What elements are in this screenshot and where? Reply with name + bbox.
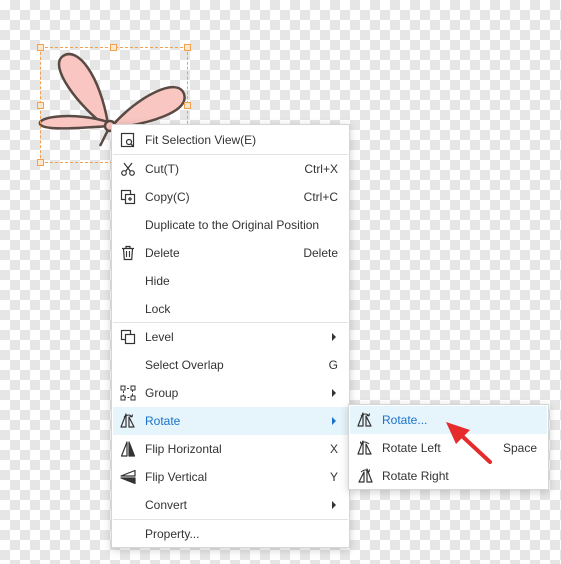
resize-handle-tm[interactable] [110,44,117,51]
menu-item-label: Property... [145,527,200,541]
group-icon [120,385,136,401]
rotate-icon [357,412,373,428]
menu-item-shortcut: Delete [303,246,338,260]
menu-item-label: Select Overlap [145,358,224,372]
flip-vertical-icon [120,469,136,485]
menu-item-label: Delete [145,246,180,260]
menu-item-shortcut: Y [329,470,338,484]
menu-item-label: Copy(C) [145,190,190,204]
pointer-arrow-icon [446,422,492,464]
submenu-arrow-icon [332,417,336,425]
context-menu: Fit Selection View(E) Cut(T) Ctrl+X Copy… [111,124,350,548]
menu-item-label: Level [145,330,174,344]
menu-item-label: Rotate [145,414,181,428]
menu-item-label: Rotate... [382,413,428,427]
menu-item-shortcut: Ctrl+X [304,162,338,176]
trash-icon [120,245,136,261]
submenu-arrow-icon [332,389,336,397]
menu-item-cut[interactable]: Cut(T) Ctrl+X [113,155,348,183]
menu-item-label: Lock [145,302,171,316]
menu-item-label: Duplicate to the Original Position [145,218,320,232]
menu-item-flip-vertical[interactable]: Flip Vertical Y [113,463,348,491]
menu-item-rotate[interactable]: Rotate [113,407,348,435]
submenu-arrow-icon [332,333,336,341]
resize-handle-mr[interactable] [184,102,191,109]
submenu-item-rotate-right[interactable]: Rotate Right [350,462,547,490]
resize-handle-ml[interactable] [37,102,44,109]
menu-item-label: Convert [145,498,188,512]
menu-item-lock[interactable]: Lock [113,295,348,323]
menu-item-label: Cut(T) [145,162,179,176]
layers-icon [120,329,136,345]
menu-item-group[interactable]: Group [113,379,348,407]
menu-item-label: Rotate Right [382,469,449,483]
menu-item-label: Flip Vertical [145,470,208,484]
menu-item-hide[interactable]: Hide [113,267,348,295]
menu-item-delete[interactable]: Delete Delete [113,239,348,267]
copy-icon [120,189,136,205]
flip-horizontal-icon [120,441,136,457]
menu-item-label: Flip Horizontal [145,442,222,456]
menu-item-shortcut: X [329,442,338,456]
menu-item-fit-selection-view[interactable]: Fit Selection View(E) [113,126,348,154]
menu-item-select-overlap[interactable]: Select Overlap G [113,351,348,379]
menu-item-level[interactable]: Level [113,323,348,351]
menu-item-copy[interactable]: Copy(C) Ctrl+C [113,183,348,211]
fit-view-icon [120,132,136,148]
menu-item-shortcut: Space [502,441,537,455]
menu-item-property[interactable]: Property... [113,520,348,548]
menu-item-label: Hide [145,274,170,288]
resize-handle-tr[interactable] [184,44,191,51]
resize-handle-bl[interactable] [37,159,44,166]
menu-item-label: Rotate Left [382,441,441,455]
scissors-icon [120,161,136,177]
menu-item-label: Fit Selection View(E) [145,133,257,147]
submenu-arrow-icon [332,501,336,509]
menu-item-label: Group [145,386,179,400]
resize-handle-tl[interactable] [37,44,44,51]
menu-item-convert[interactable]: Convert [113,491,348,519]
rotate-left-icon [357,440,373,456]
rotate-right-icon [357,468,373,484]
rotate-icon [120,413,136,429]
menu-item-flip-horizontal[interactable]: Flip Horizontal X [113,435,348,463]
menu-item-shortcut: Ctrl+C [303,190,338,204]
menu-item-shortcut: G [328,358,338,372]
menu-item-duplicate[interactable]: Duplicate to the Original Position [113,211,348,239]
